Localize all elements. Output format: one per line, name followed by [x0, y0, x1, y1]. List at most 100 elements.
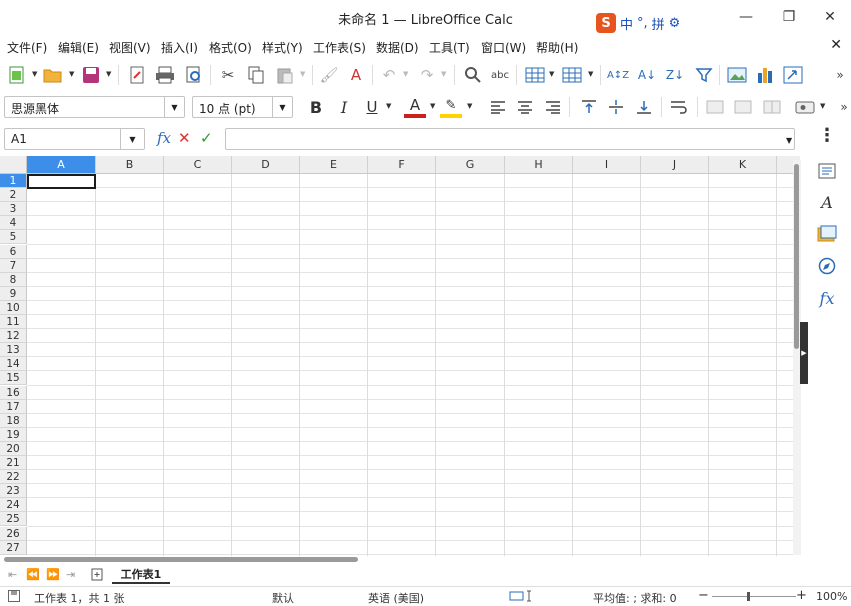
copy-icon[interactable] — [245, 64, 267, 86]
merge-center-icon[interactable] — [704, 96, 726, 118]
sort-ascending-icon[interactable]: A↓ — [636, 64, 658, 86]
properties-icon[interactable] — [816, 160, 838, 182]
print-icon[interactable] — [154, 64, 176, 86]
redo-icon[interactable]: ↷ — [416, 64, 438, 86]
ime-settings-icon[interactable]: ⚙ — [669, 16, 681, 31]
column-header[interactable]: E — [300, 156, 368, 174]
column-header[interactable]: I — [573, 156, 641, 174]
underline-icon[interactable]: U — [361, 96, 383, 118]
redo-dropdown-icon[interactable]: ▼ — [441, 70, 446, 78]
autofilter-icon[interactable] — [693, 64, 715, 86]
zoom-out-icon[interactable]: − — [698, 588, 709, 603]
more-toolbar-icon[interactable]: » — [829, 64, 851, 86]
next-sheet-icon[interactable]: ⏩ — [46, 568, 60, 581]
function-wizard-icon[interactable]: fx — [157, 129, 171, 147]
more-format-icon[interactable]: » — [833, 96, 851, 118]
row-header[interactable]: 11 — [0, 315, 27, 329]
insert-chart-icon[interactable] — [754, 64, 776, 86]
menu-data[interactable]: 数据(D) — [376, 39, 419, 56]
save-icon[interactable] — [80, 64, 102, 86]
menu-window[interactable]: 窗口(W) — [481, 39, 526, 56]
spelling-icon[interactable]: abc — [489, 64, 511, 86]
sort-icon[interactable]: A↕Z — [607, 64, 629, 86]
ime-punctuation[interactable]: °, — [637, 16, 648, 31]
navigator-icon[interactable] — [816, 255, 838, 277]
row-header[interactable]: 19 — [0, 427, 27, 442]
font-size-box[interactable]: 10 点 (pt) ▼ — [192, 96, 293, 118]
row-header[interactable]: 1 — [0, 174, 27, 188]
zoom-slider[interactable] — [712, 596, 796, 597]
align-bottom-icon[interactable] — [633, 96, 655, 118]
menu-help[interactable]: 帮助(H) — [536, 39, 578, 56]
chevron-down-icon[interactable]: ▼ — [164, 97, 184, 117]
print-preview-icon[interactable] — [183, 64, 205, 86]
column-header[interactable]: F — [368, 156, 436, 174]
column-header[interactable]: D — [232, 156, 300, 174]
row-header[interactable]: 4 — [0, 216, 27, 231]
merge-cells-icon[interactable] — [732, 96, 754, 118]
undo-dropdown-icon[interactable]: ▼ — [403, 70, 408, 78]
undo-icon[interactable]: ↶ — [378, 64, 400, 86]
export-pdf-icon[interactable] — [126, 64, 148, 86]
chevron-down-icon[interactable]: ▼ — [272, 97, 292, 117]
first-sheet-icon[interactable]: ⇤ — [8, 568, 17, 581]
row-header[interactable]: 23 — [0, 484, 27, 499]
column-header[interactable]: J — [641, 156, 709, 174]
zoom-level[interactable]: 100% — [816, 590, 847, 603]
column-header[interactable]: B — [96, 156, 164, 174]
row-header[interactable]: 18 — [0, 413, 27, 428]
menu-tools[interactable]: 工具(T) — [429, 39, 470, 56]
row-header[interactable]: 16 — [0, 385, 27, 400]
cancel-icon[interactable]: ✕ — [178, 129, 191, 147]
pivot-table-icon[interactable] — [782, 64, 804, 86]
menu-edit[interactable]: 编辑(E) — [58, 39, 99, 56]
formula-input[interactable] — [225, 128, 795, 150]
horizontal-scroll-thumb[interactable] — [4, 557, 358, 562]
save-dropdown-icon[interactable]: ▼ — [106, 70, 111, 78]
open-folder-icon[interactable] — [42, 64, 64, 86]
row-header[interactable]: 5 — [0, 230, 27, 245]
styles-icon[interactable]: A — [816, 191, 838, 213]
expand-formula-icon[interactable]: ▼ — [786, 136, 792, 145]
row-header[interactable]: 6 — [0, 244, 27, 259]
align-right-icon[interactable] — [542, 96, 564, 118]
row-dropdown-icon[interactable]: ▼ — [549, 70, 554, 78]
open-dropdown-icon[interactable]: ▼ — [69, 70, 74, 78]
row-header[interactable]: 21 — [0, 456, 27, 470]
add-sheet-icon[interactable] — [91, 568, 103, 584]
row-header[interactable]: 24 — [0, 498, 27, 513]
row-header[interactable]: 3 — [0, 202, 27, 217]
clone-formatting-icon[interactable]: 🖌 — [318, 64, 340, 86]
column-header[interactable]: K — [709, 156, 777, 174]
new-spreadsheet-icon[interactable] — [6, 64, 28, 86]
menu-file[interactable]: 文件(F) — [7, 39, 47, 56]
page-style[interactable]: 默认 — [272, 590, 294, 606]
vertical-scroll-thumb[interactable] — [794, 164, 799, 349]
align-center-icon[interactable] — [514, 96, 536, 118]
language[interactable]: 英语 (美国) — [368, 590, 424, 606]
selection-mode-icon[interactable] — [509, 590, 537, 605]
minimize-button[interactable]: — — [736, 8, 756, 26]
row-header[interactable]: 25 — [0, 512, 27, 527]
unmerge-cells-icon[interactable] — [761, 96, 783, 118]
wrap-text-icon[interactable] — [668, 96, 690, 118]
last-sheet-icon[interactable]: ⇥ — [66, 568, 75, 581]
row-header[interactable]: 8 — [0, 272, 27, 287]
row-header[interactable]: 13 — [0, 343, 27, 358]
functions-icon[interactable]: fx — [816, 287, 838, 309]
paste-icon[interactable] — [274, 64, 296, 86]
column-header[interactable]: H — [505, 156, 573, 174]
font-name-box[interactable]: 思源黑体 ▼ — [4, 96, 185, 118]
sort-descending-icon[interactable]: Z↓ — [664, 64, 686, 86]
column-header[interactable]: C — [164, 156, 232, 174]
name-box[interactable]: A1 ▼ — [4, 128, 145, 150]
menu-format[interactable]: 格式(O) — [209, 39, 252, 56]
column-dropdown-icon[interactable]: ▼ — [588, 70, 593, 78]
ime-chinese-mode[interactable]: 中 — [620, 14, 633, 33]
row-header[interactable]: 20 — [0, 441, 27, 456]
number-format-dropdown-icon[interactable]: ▼ — [820, 102, 825, 110]
window-close-button[interactable]: ✕ — [820, 8, 840, 26]
zoom-in-icon[interactable]: + — [796, 588, 807, 603]
prev-sheet-icon[interactable]: ⏪ — [26, 568, 40, 581]
row-icon[interactable] — [524, 64, 546, 86]
